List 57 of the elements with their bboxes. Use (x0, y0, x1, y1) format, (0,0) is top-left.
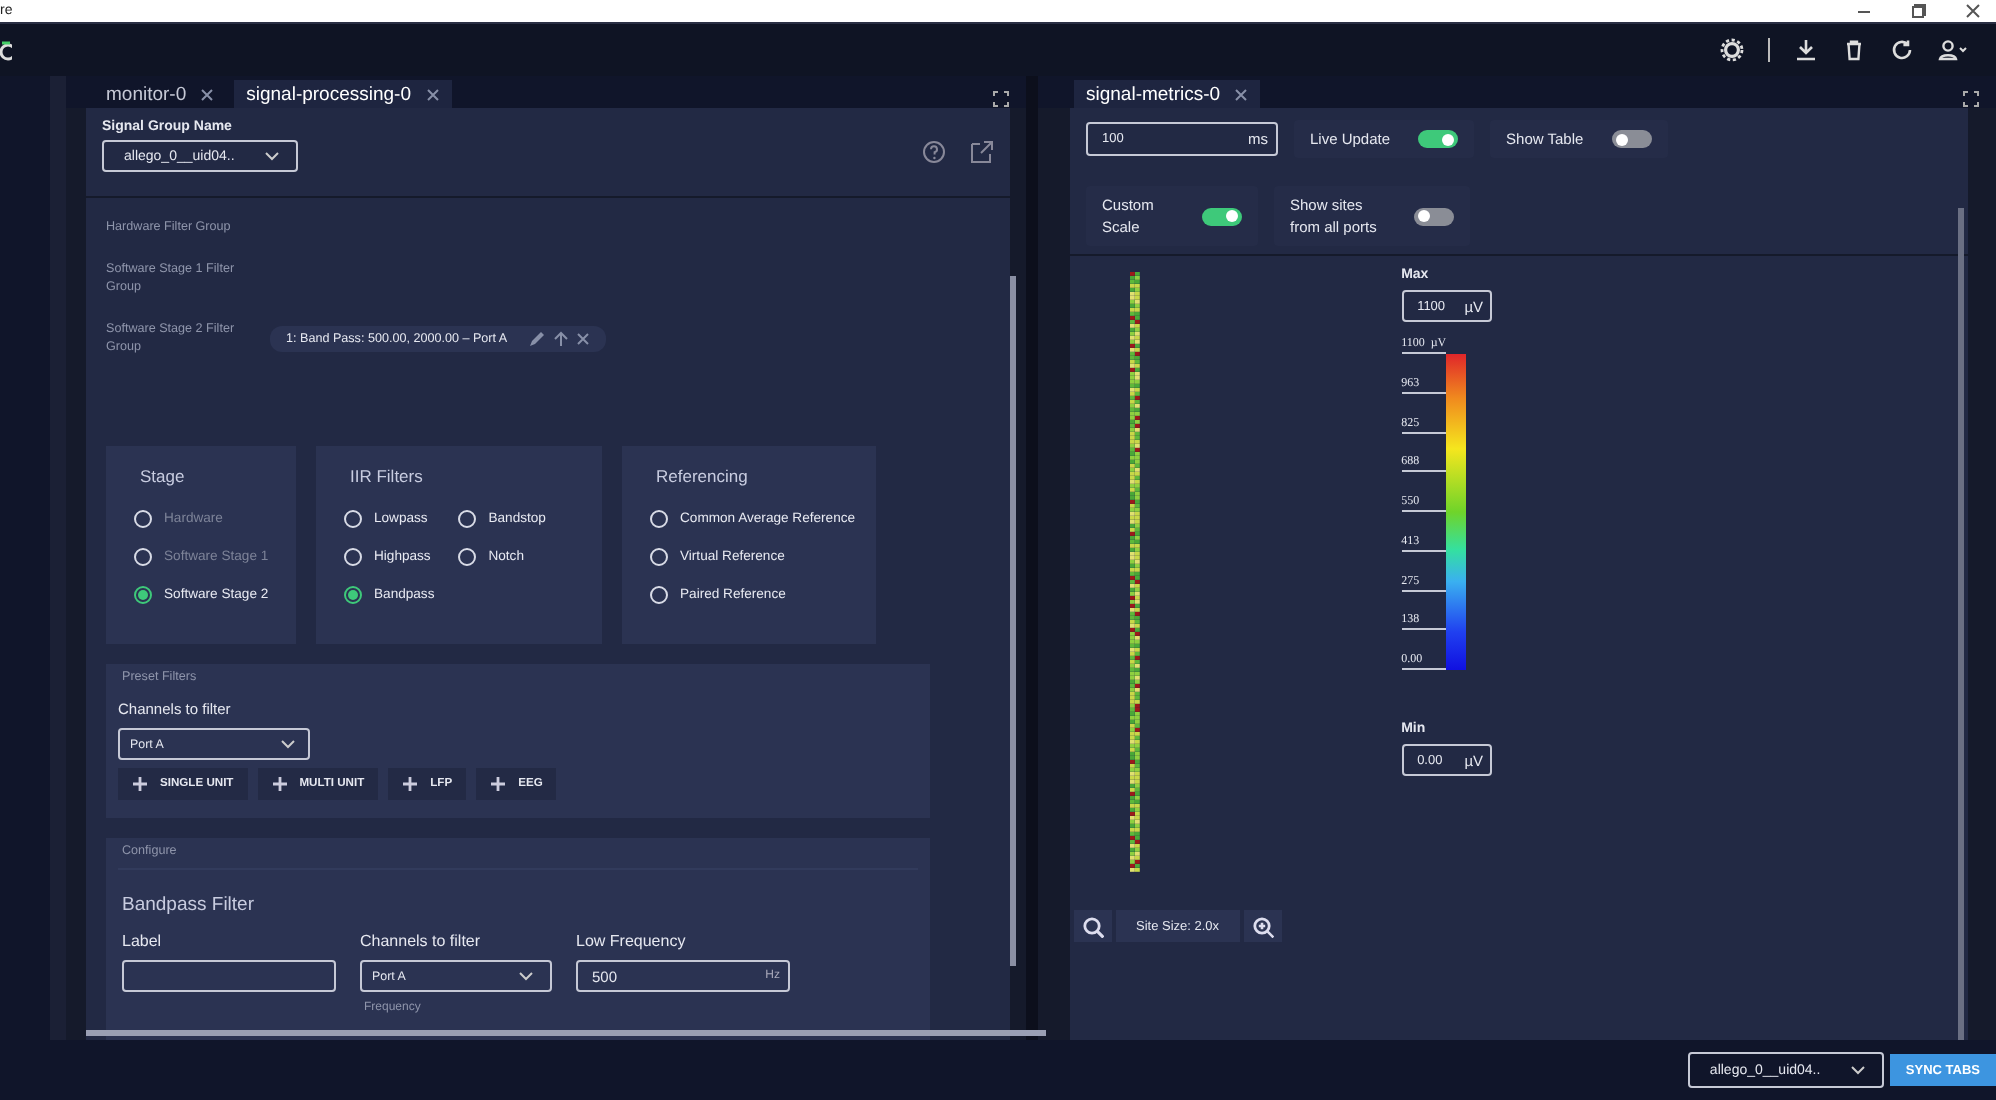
radio-button[interactable] (650, 510, 668, 528)
radio-button[interactable] (458, 548, 477, 566)
scrollbar[interactable] (1958, 208, 1964, 1040)
tab[interactable]: signal-metrics-0 (1074, 80, 1261, 108)
plus-icon (490, 776, 507, 792)
chevron-down-icon (518, 970, 534, 982)
card-title: Referencing (656, 466, 750, 486)
chevron-down-icon (1849, 1064, 1866, 1076)
close-icon[interactable] (1234, 87, 1249, 101)
plus-icon (271, 776, 288, 792)
tab[interactable]: monitor-0 (94, 80, 227, 108)
filter-heading: Bandpass Filter (122, 894, 257, 916)
external-link-icon[interactable] (970, 140, 994, 164)
card-title: IIR Filters (350, 466, 425, 486)
radio-button[interactable] (650, 548, 668, 566)
close-icon[interactable] (575, 331, 590, 345)
close-icon[interactable] (425, 87, 439, 101)
plus-icon (402, 776, 419, 792)
field-label: Label (122, 932, 164, 950)
tab[interactable]: signal-processing-0 (234, 80, 451, 108)
radio-button[interactable] (344, 548, 362, 566)
logo-icon (0, 39, 12, 61)
chevron-down-icon (280, 738, 296, 750)
zoom-out-icon (1082, 915, 1104, 937)
plus-icon (132, 776, 148, 792)
download-icon[interactable] (1794, 38, 1818, 62)
arrow-up-icon[interactable] (551, 329, 570, 347)
radio-button[interactable] (650, 586, 668, 604)
close-icon[interactable] (200, 87, 215, 101)
zoom-in-icon (1251, 915, 1274, 937)
card-title: Stage (140, 466, 187, 486)
restore-icon[interactable] (1912, 4, 1926, 18)
settings-icon[interactable] (1720, 38, 1744, 62)
label-input-field[interactable] (122, 960, 336, 992)
trash-icon[interactable] (1842, 38, 1866, 62)
fullscreen-icon[interactable] (992, 90, 1010, 108)
fullscreen-icon[interactable] (1962, 90, 1980, 108)
user-icon[interactable] (1938, 38, 1968, 62)
zoom-out-button[interactable] (1074, 910, 1112, 942)
scrollbar[interactable] (1010, 276, 1016, 966)
toggle-switch[interactable] (1418, 130, 1459, 148)
radio-button[interactable] (344, 510, 362, 528)
refresh-icon[interactable] (1890, 38, 1914, 62)
zoom-in-button[interactable] (1243, 910, 1282, 942)
toggle-switch[interactable] (1414, 207, 1454, 225)
field-label: Channels to filter (360, 932, 483, 950)
toggle-switch[interactable] (1611, 130, 1652, 148)
radio-button[interactable] (458, 510, 477, 528)
close-icon[interactable] (1966, 4, 1980, 18)
radio-button[interactable] (344, 586, 362, 604)
radio-button[interactable] (134, 586, 152, 604)
field-label: Low Frequency (576, 932, 688, 950)
chevron-down-icon (264, 150, 280, 162)
pencil-icon[interactable] (527, 329, 546, 347)
toggle-switch[interactable] (1202, 207, 1242, 225)
scrollbar[interactable] (86, 1030, 1046, 1036)
help-icon[interactable] (922, 140, 946, 164)
